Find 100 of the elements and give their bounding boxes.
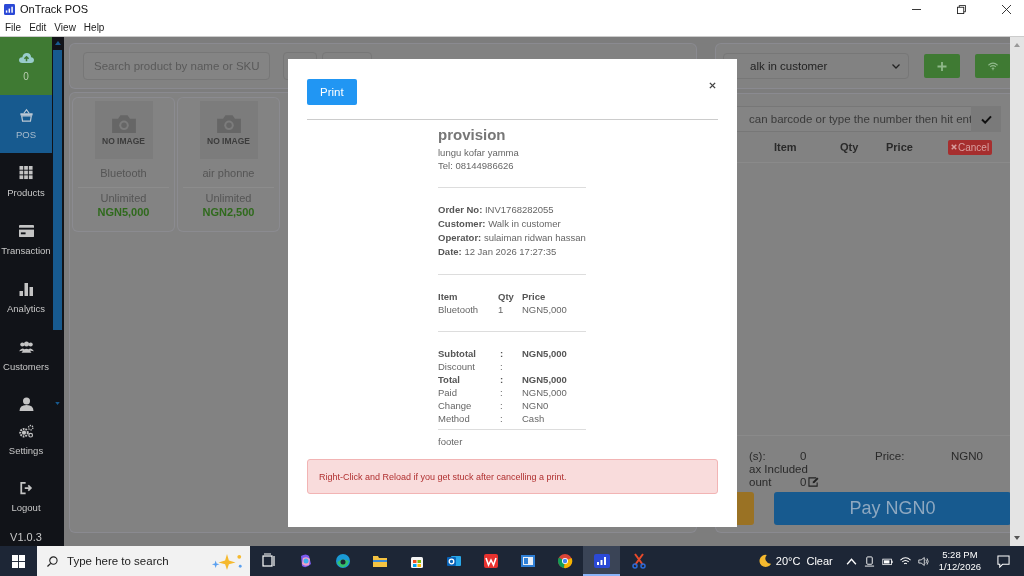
column-header: Qty	[498, 290, 515, 303]
total-value: Cash	[522, 412, 546, 425]
total-label: Method	[438, 412, 471, 425]
caret-icon[interactable]	[55, 402, 60, 405]
basket-icon	[18, 108, 34, 122]
total-label: Change	[438, 399, 473, 412]
total-value: NGN5,000	[522, 386, 568, 399]
separator: :	[500, 373, 505, 386]
summary-label: ount	[749, 476, 773, 488]
menu-item[interactable]: File	[5, 21, 22, 33]
summary-value: NGN0	[951, 450, 984, 462]
order-detail: Customer: Walk in customer	[438, 217, 562, 231]
chevron-up-icon[interactable]	[845, 555, 857, 567]
mail-icon[interactable]	[445, 553, 462, 569]
summary-label: Price:	[875, 450, 906, 462]
summary-value: 0	[800, 476, 807, 488]
weather-temperature[interactable]: 20°C	[775, 555, 801, 567]
nav-item[interactable]: Transaction	[0, 211, 52, 269]
wifi-button[interactable]	[975, 54, 1011, 78]
nav-item[interactable]: Logout	[0, 468, 52, 525]
credit-card-icon	[18, 224, 34, 238]
device-icon[interactable]	[863, 555, 875, 567]
menu-item[interactable]: View	[54, 21, 76, 33]
user-icon[interactable]	[18, 397, 34, 411]
total-value: NGN5,000	[522, 347, 568, 360]
table-cell-text: Bluetooth	[438, 303, 480, 316]
bar-chart-icon	[18, 282, 34, 296]
scroll-up-arrow-icon[interactable]	[55, 41, 61, 45]
scissors-tool-icon[interactable]	[630, 553, 647, 569]
restore-icon[interactable]	[957, 4, 966, 14]
clock-date[interactable]: 1/12/2026	[938, 561, 981, 573]
store-address: lungu kofar yamma	[438, 147, 520, 160]
clock-time[interactable]: 5:28 PM	[942, 549, 978, 561]
order-detail: Order No: INV1768282055	[438, 203, 555, 217]
store-phone: Tel: 08144986626	[438, 159, 515, 172]
nav-item[interactable]: Customers	[0, 327, 52, 385]
close-icon[interactable]	[1002, 4, 1011, 14]
x-icon	[951, 144, 957, 150]
no-image-label: NO IMAGE	[207, 136, 250, 146]
summary-value: 0	[800, 450, 808, 462]
product-price: NGN2,500	[202, 206, 255, 218]
order-detail: Operator: sulaiman ridwan hassan	[438, 231, 586, 245]
menu-item[interactable]: Edit	[29, 21, 47, 33]
summary-label: (s):	[749, 450, 767, 462]
wifi-icon	[988, 61, 998, 71]
office-app-icon[interactable]	[482, 553, 499, 569]
store-name: provision	[438, 126, 507, 143]
nav-item[interactable]: Settings	[0, 411, 52, 468]
no-image-label: NO IMAGE	[102, 136, 145, 146]
window-title: OnTrack POS	[20, 3, 89, 15]
scroll-down-arrow-icon[interactable]	[1014, 536, 1020, 540]
scrollbar-thumb[interactable]	[53, 50, 62, 330]
moon-icon[interactable]	[757, 554, 772, 568]
gears-icon	[18, 423, 34, 438]
nav-item[interactable]: POS	[0, 95, 52, 153]
task-view-icon[interactable]	[260, 553, 277, 569]
speaker-icon[interactable]	[917, 555, 929, 567]
wifi-icon[interactable]	[899, 555, 911, 567]
warning-alert: Right-Click and Reload if you get stuck after cancelling a print.	[307, 459, 718, 494]
sparkle-icon	[210, 552, 244, 570]
menu-item[interactable]: Help	[83, 21, 105, 33]
order-detail: Date: 12 Jan 2026 17:27:35	[438, 245, 558, 259]
column-header: Item	[438, 290, 459, 303]
close-icon[interactable]	[709, 82, 716, 89]
folder-icon[interactable]	[371, 553, 388, 569]
nav-item[interactable]: Products	[0, 153, 52, 211]
table-cell-text: 1	[498, 303, 505, 316]
battery-icon[interactable]	[881, 555, 893, 567]
column-header: Price	[522, 290, 547, 303]
total-label: Subtotal	[438, 347, 477, 360]
search-icon	[47, 555, 58, 567]
taskbar-search-field[interactable]: Type here to search	[37, 546, 250, 576]
tax-note: ax Included	[749, 463, 809, 475]
separator: :	[500, 399, 504, 412]
table-cell-text: NGN5,000	[522, 303, 568, 316]
separator: :	[500, 386, 504, 399]
users-icon	[18, 340, 34, 354]
sync-count: 0	[23, 70, 29, 82]
nav-item[interactable]: Analytics	[0, 269, 52, 327]
total-label: Total	[438, 373, 461, 386]
product-price: NGN5,000	[97, 206, 150, 218]
notification-icon[interactable]	[997, 554, 1010, 568]
plus-icon	[937, 61, 947, 71]
weather-condition[interactable]: Clear	[806, 555, 833, 567]
browser-icon[interactable]	[334, 553, 351, 569]
total-label: Paid	[438, 386, 458, 399]
chevron-down-icon	[892, 63, 900, 69]
confirm-button[interactable]	[971, 106, 1001, 132]
start-icon[interactable]	[12, 554, 25, 568]
chart-app-icon[interactable]	[593, 553, 610, 569]
version-label: V1.0.3	[9, 531, 43, 543]
total-label: Discount	[438, 360, 476, 373]
separator: :	[500, 347, 505, 360]
receipt-footer: footer	[438, 436, 586, 449]
column-header: Item	[774, 141, 798, 153]
column-header: Price	[885, 141, 914, 153]
separator: :	[500, 360, 504, 373]
chrome-icon[interactable]	[556, 553, 573, 569]
reader-app-icon[interactable]	[519, 553, 536, 569]
edit-icon[interactable]	[808, 477, 820, 487]
